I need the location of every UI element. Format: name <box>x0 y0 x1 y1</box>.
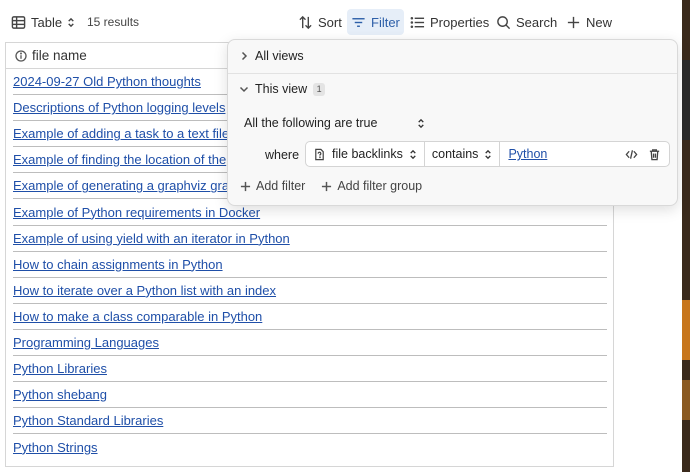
trash-icon[interactable] <box>648 148 661 161</box>
add-filter-button[interactable]: Add filter <box>240 179 305 193</box>
file-link[interactable]: Programming Languages <box>13 335 159 350</box>
file-link[interactable]: Example of using yield with an iterator … <box>13 231 290 246</box>
table-row: Python shebang <box>13 382 607 409</box>
background-window-strip <box>682 0 690 472</box>
file-link[interactable]: Example of adding a task to a text file <box>13 126 229 141</box>
property-label: file backlinks <box>332 147 403 161</box>
file-link[interactable]: Python shebang <box>13 387 107 402</box>
this-view-label: This view <box>255 82 308 96</box>
toolbar: Table 15 results Sort Filter Properties … <box>0 9 682 37</box>
file-link[interactable]: Descriptions of Python logging levels <box>13 100 225 115</box>
filter-button[interactable]: Filter <box>347 9 404 35</box>
table-row: How to iterate over a Python list with a… <box>13 278 607 304</box>
all-views-section[interactable]: All views <box>239 49 688 63</box>
view-label: Table <box>31 14 63 30</box>
filter-condition: file backlinks contains Python <box>305 141 670 167</box>
table-row: Example of using yield with an iterator … <box>13 226 607 252</box>
table-icon <box>11 15 26 29</box>
file-question-icon <box>315 148 324 160</box>
table-row: Programming Languages <box>13 330 607 357</box>
properties-label: Properties <box>430 14 490 30</box>
column-header-label: file name <box>32 48 87 63</box>
add-filter-label: Add filter <box>256 179 306 193</box>
operator-select[interactable]: contains <box>425 142 501 166</box>
sort-button[interactable]: Sort <box>294 9 346 35</box>
table-row: Python Libraries <box>13 356 607 383</box>
search-label: Search <box>516 14 558 30</box>
divider <box>228 73 677 74</box>
operator-label: contains <box>431 147 479 161</box>
chevron-updown-icon <box>68 17 74 27</box>
file-link[interactable]: Example of finding the location of the <box>13 152 226 167</box>
table-row: How to chain assignments in Python <box>13 252 607 278</box>
plus-icon <box>240 181 251 191</box>
file-link[interactable]: Example of generating a graphviz gra <box>13 178 229 193</box>
view-switcher-button[interactable]: Table <box>7 9 79 35</box>
file-link[interactable]: How to chain assignments in Python <box>13 257 223 272</box>
properties-button[interactable]: Properties <box>406 9 493 35</box>
property-select[interactable]: file backlinks <box>306 142 425 166</box>
match-mode-label: All the following are true <box>244 116 378 130</box>
add-actions: Add filter Add filter group <box>240 179 422 193</box>
chevron-right-icon <box>241 51 248 61</box>
results-count: 15 results <box>87 15 140 29</box>
info-icon <box>15 49 27 62</box>
file-link[interactable]: 2024-09-27 Old Python thoughts <box>13 74 201 89</box>
filter-icon <box>352 17 365 27</box>
file-link[interactable]: Example of Python requirements in Docker <box>13 205 260 220</box>
filter-value-field[interactable]: Python <box>500 142 669 166</box>
new-button[interactable]: New <box>562 9 616 35</box>
chevron-updown-icon <box>410 149 416 159</box>
filter-popover: All views This view 1 All the following … <box>227 39 678 206</box>
search-button[interactable]: Search <box>492 9 561 35</box>
file-link[interactable]: Python Standard Libraries <box>13 413 163 428</box>
code-icon[interactable] <box>625 148 638 161</box>
filter-label: Filter <box>371 14 400 30</box>
chevron-down-icon <box>239 86 249 93</box>
file-link[interactable]: How to make a class comparable in Python <box>13 309 262 324</box>
table-row: Python Standard Libraries <box>13 408 607 435</box>
file-link[interactable]: Python Strings <box>13 440 98 455</box>
table-row: How to make a class comparable in Python <box>13 304 607 330</box>
match-mode-select[interactable]: All the following are true <box>244 116 425 130</box>
all-views-label: All views <box>255 49 304 63</box>
plus-icon <box>567 16 580 28</box>
where-label: where <box>265 148 300 162</box>
this-view-section[interactable]: This view 1 <box>239 82 688 96</box>
add-filter-group-label: Add filter group <box>337 179 423 193</box>
search-icon <box>497 15 511 29</box>
filter-count-badge: 1 <box>313 82 326 96</box>
chevron-updown-icon <box>418 118 425 128</box>
file-link[interactable]: Python Libraries <box>13 361 107 376</box>
add-filter-group-button[interactable]: Add filter group <box>321 179 422 193</box>
sort-label: Sort <box>318 14 342 30</box>
plus-icon <box>322 181 332 191</box>
list-icon <box>410 16 425 28</box>
new-label: New <box>586 14 613 30</box>
table-row: Python Strings <box>13 434 607 460</box>
chevron-updown-icon <box>485 149 492 159</box>
file-link[interactable]: How to iterate over a Python list with a… <box>13 283 276 298</box>
sort-icon <box>299 15 312 29</box>
filter-value-link[interactable]: Python <box>508 147 547 161</box>
